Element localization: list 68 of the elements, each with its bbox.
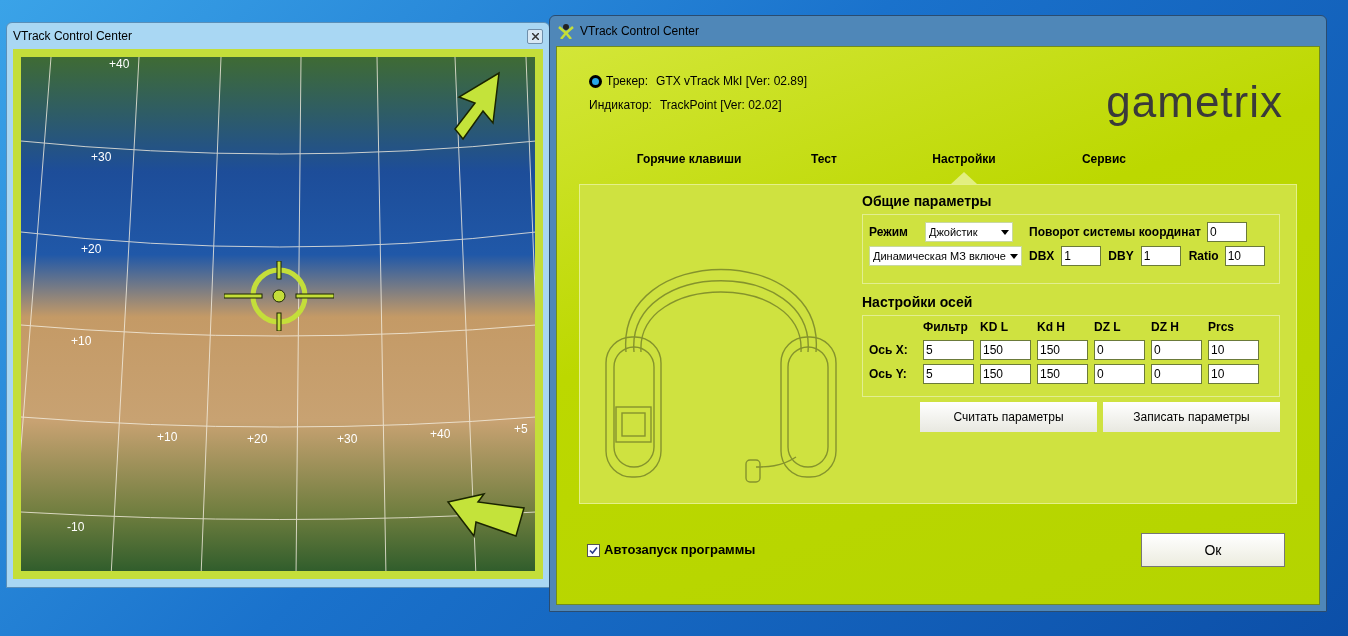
axis-value-field[interactable]: 150	[1037, 364, 1088, 384]
axis-label: Ось X:	[869, 342, 909, 359]
dbx-field[interactable]: 1	[1061, 246, 1102, 266]
axis-value-field[interactable]: 0	[1151, 340, 1202, 360]
arrow-icon	[446, 492, 526, 540]
grid-label: +10	[71, 333, 92, 350]
grid-label: +10	[157, 429, 178, 446]
axis-value-field[interactable]: 5	[923, 364, 974, 384]
column-header: Kd H	[1037, 319, 1066, 336]
arrow-icon	[453, 71, 503, 141]
axis-value-field[interactable]: 0	[1094, 340, 1145, 360]
column-header: DZ H	[1151, 319, 1180, 336]
brand-logo: gametrix	[1106, 78, 1283, 126]
tab[interactable]: Тест	[811, 150, 837, 184]
indicator-label: Индикатор:	[589, 97, 652, 114]
axis-value-field[interactable]: 10	[1208, 364, 1259, 384]
tab[interactable]: Настройки	[932, 150, 996, 184]
grid-label: +20	[247, 431, 268, 448]
checkmark-icon	[589, 545, 598, 555]
dby-field[interactable]: 1	[1140, 246, 1181, 266]
axis-label: Ось Y:	[869, 366, 908, 383]
tracker-label: Трекер:	[606, 73, 649, 90]
ratio-label: Ratio	[1188, 248, 1219, 265]
ok-button[interactable]: Ок	[1141, 533, 1285, 567]
rotation-label: Поворот системы координат	[1029, 224, 1201, 241]
tab[interactable]: Горячие клавиши	[636, 150, 742, 184]
grid-label: +40	[109, 57, 130, 73]
close-button[interactable]	[527, 28, 543, 44]
autostart-label: Автозапуск программы	[604, 541, 756, 560]
caret-icon	[1010, 253, 1018, 259]
app-logo-icon	[558, 23, 574, 39]
tab[interactable]: Сервис	[1081, 150, 1127, 184]
dropdown[interactable]: Джойстик	[925, 222, 1013, 242]
axis-value-field[interactable]: 0	[1151, 364, 1202, 384]
grid-label: +30	[337, 431, 358, 448]
axis-value-field[interactable]: 150	[980, 340, 1031, 360]
crosshair-icon	[224, 261, 334, 331]
section-title: Общие параметры	[862, 192, 993, 211]
rotation-field[interactable]: 0	[1207, 222, 1247, 242]
action-button[interactable]: Записать параметры	[1103, 402, 1280, 432]
close-icon	[531, 32, 539, 40]
grid-label: +5	[514, 421, 528, 438]
axis-value-field[interactable]: 5	[923, 340, 974, 360]
column-header: Фильтр	[923, 319, 969, 336]
dbx-label: DBX	[1029, 248, 1055, 265]
ratio-field[interactable]: 10	[1224, 246, 1265, 266]
action-button[interactable]: Считать параметры	[920, 402, 1097, 432]
mode-label: Режим	[869, 224, 909, 241]
column-header: KD L	[980, 319, 1009, 336]
indicator-value: TrackPoint [Ver: 02.02]	[659, 97, 782, 114]
grid-label: +30	[91, 149, 112, 166]
axis-value-field[interactable]: 10	[1208, 340, 1259, 360]
axis-value-field[interactable]: 150	[980, 364, 1031, 384]
window-title: VTrack Control Center	[13, 28, 132, 45]
axis-value-field[interactable]: 0	[1094, 364, 1145, 384]
axis-value-field[interactable]: 150	[1037, 340, 1088, 360]
column-header: Prcs	[1208, 319, 1236, 336]
caret-icon	[1001, 229, 1009, 235]
dby-label: DBY	[1108, 248, 1134, 265]
grid-label: -10	[67, 519, 85, 536]
dropdown[interactable]: Динамическая МЗ включе	[869, 246, 1022, 266]
tracker-value: GTX vTrack MkI [Ver: 02.89]	[656, 73, 807, 90]
checkbox[interactable]	[587, 543, 600, 557]
grid-label: +20	[81, 241, 102, 258]
column-header: DZ L	[1094, 319, 1122, 336]
grid-label: +40	[430, 426, 451, 443]
section-title: Настройки осей	[862, 293, 974, 312]
window-title: VTrack Control Center	[580, 23, 699, 40]
